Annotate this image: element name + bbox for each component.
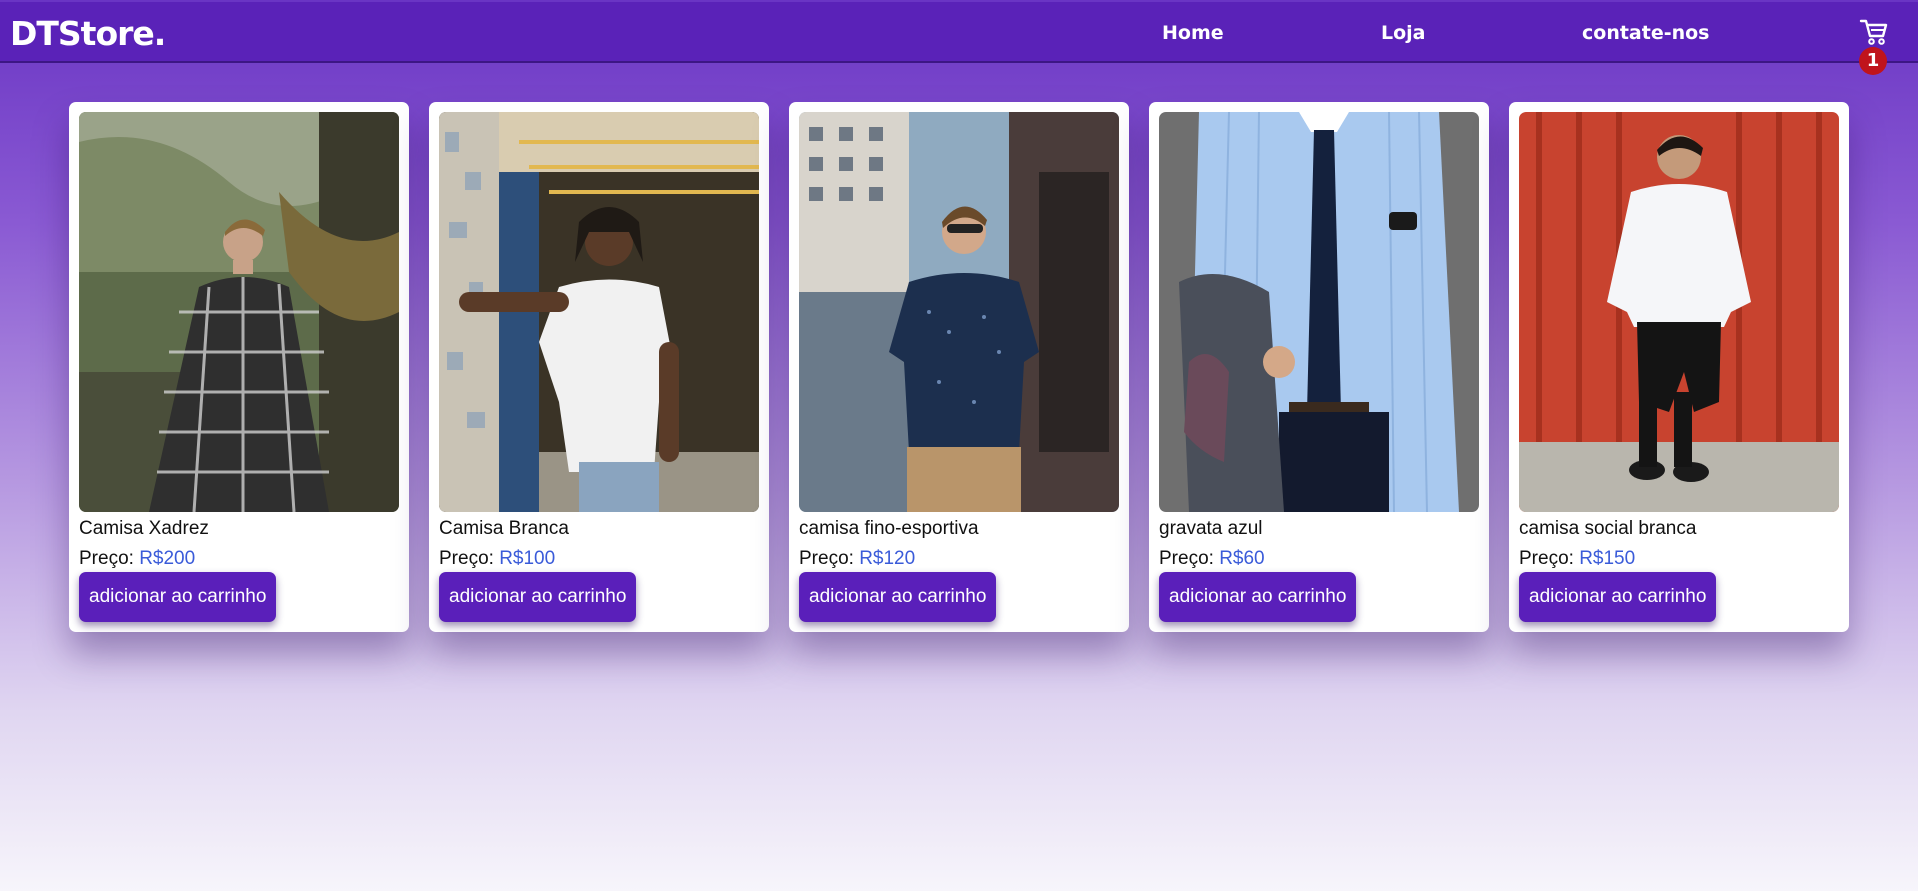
- price-label: Preço:: [439, 548, 494, 569]
- price-value: R$60: [1219, 548, 1265, 569]
- price-value: R$150: [1579, 548, 1636, 569]
- price-value: R$100: [499, 548, 556, 569]
- product-name: Camisa Xadrez: [79, 518, 209, 539]
- add-to-cart-button[interactable]: adicionar ao carrinho: [439, 572, 637, 622]
- navbar: DTStore. Home Loja contate-nos: [0, 2, 1918, 63]
- price-value: R$120: [859, 548, 916, 569]
- nav-link-home[interactable]: Home: [1162, 22, 1224, 44]
- product-image: [1159, 112, 1479, 512]
- product-card: Camisa Branca Preço: R$100 adicionar ao …: [429, 102, 769, 632]
- product-card: camisa social branca Preço: R$150 adicio…: [1509, 102, 1849, 632]
- product-image: [439, 112, 759, 512]
- add-to-cart-button[interactable]: adicionar ao carrinho: [1159, 572, 1357, 622]
- nav-link-contact[interactable]: contate-nos: [1582, 22, 1710, 44]
- product-name: camisa fino-esportiva: [799, 518, 979, 539]
- product-price-row: Preço: R$150: [1519, 548, 1635, 570]
- product-name: Camisa Branca: [439, 518, 569, 539]
- product-name: camisa social branca: [1519, 518, 1697, 539]
- product-card: camisa fino-esportiva Preço: R$120 adici…: [789, 102, 1129, 632]
- price-value: R$200: [139, 548, 196, 569]
- price-label: Preço:: [1519, 548, 1574, 569]
- product-price-row: Preço: R$120: [799, 548, 915, 570]
- price-label: Preço:: [79, 548, 134, 569]
- product-image: [1519, 112, 1839, 512]
- product-name: gravata azul: [1159, 518, 1263, 539]
- product-image: [799, 112, 1119, 512]
- add-to-cart-button[interactable]: adicionar ao carrinho: [79, 572, 277, 622]
- add-to-cart-button[interactable]: adicionar ao carrinho: [799, 572, 997, 622]
- product-price-row: Preço: R$200: [79, 548, 195, 570]
- shopping-cart-icon[interactable]: [1859, 17, 1889, 47]
- product-image: [79, 112, 399, 512]
- product-price-row: Preço: R$60: [1159, 548, 1265, 570]
- price-label: Preço:: [1159, 548, 1214, 569]
- product-price-row: Preço: R$100: [439, 548, 555, 570]
- cart-count-badge: 1: [1859, 47, 1887, 75]
- product-card: Camisa Xadrez Preço: R$200 adicionar ao …: [69, 102, 409, 632]
- add-to-cart-button[interactable]: adicionar ao carrinho: [1519, 572, 1717, 622]
- product-card: gravata azul Preço: R$60 adicionar ao ca…: [1149, 102, 1489, 632]
- price-label: Preço:: [799, 548, 854, 569]
- store-logo[interactable]: DTStore.: [10, 14, 166, 53]
- nav-link-loja[interactable]: Loja: [1381, 22, 1426, 44]
